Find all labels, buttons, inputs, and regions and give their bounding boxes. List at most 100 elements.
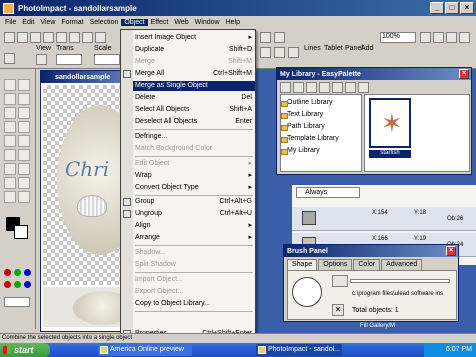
back-icon[interactable] [293, 82, 304, 93]
menu-item-duplicate[interactable]: Duplicate Shift+D [133, 45, 255, 55]
menu-item-select-all-objects[interactable]: Select All Objects Shift+A [133, 105, 255, 115]
forward-icon[interactable] [306, 82, 317, 93]
tab-options[interactable]: Options [318, 259, 353, 270]
start-button[interactable]: start [0, 343, 50, 357]
menu-view[interactable]: View [37, 19, 58, 26]
menu-object[interactable]: Object [121, 19, 148, 26]
menu-effect[interactable]: Effect [148, 19, 172, 26]
marquee-tool-icon[interactable] [4, 93, 16, 105]
brush-shape-icon[interactable] [332, 275, 348, 287]
starfish-thumbnail[interactable]: ✶ [369, 98, 411, 148]
blue-dot-icon[interactable] [24, 269, 31, 276]
paint-tool-icon[interactable] [288, 47, 299, 58]
eyedropper-tool-icon[interactable] [18, 121, 30, 133]
layer-row[interactable]: X:154 Y:18 Ob:26 [292, 207, 476, 231]
trans-field[interactable] [56, 54, 82, 65]
palette-icon[interactable] [358, 82, 369, 93]
close-icon[interactable]: × [446, 246, 456, 256]
path-tool-icon[interactable] [274, 47, 285, 58]
eraser-tool-icon[interactable] [18, 163, 30, 175]
menu-file[interactable]: File [2, 19, 19, 26]
maximize-button[interactable]: □ [445, 2, 459, 14]
red-dot-icon[interactable] [4, 281, 11, 288]
clone-tool-icon[interactable] [4, 163, 16, 175]
web-icon[interactable] [274, 32, 285, 43]
taskbar-item-photoimpact[interactable]: PhotoImpact - sandol... [256, 344, 342, 356]
menu-item-convert-object-type[interactable]: Convert Object Type ▸ [133, 183, 255, 193]
tree-item-outline-library[interactable]: Outline Library [281, 99, 333, 107]
green-dot-icon[interactable] [14, 281, 21, 288]
copy-icon[interactable] [69, 32, 80, 43]
menu-item-deselect-all-objects[interactable]: Deselect All Objects Enter [133, 117, 255, 127]
close-icon[interactable]: × [459, 69, 469, 79]
brush-panel[interactable]: Brush Panel × Shape Options Color Advanc… [283, 244, 459, 322]
tree-item-path-library[interactable]: Path Library [281, 123, 325, 131]
menu-item-align[interactable]: Align ▸ [133, 221, 255, 231]
menu-item-merge-all[interactable]: Merge All Ctrl+Shift+M [133, 69, 255, 79]
lasso-tool-icon[interactable] [18, 93, 30, 105]
delete-icon[interactable]: ✕ [332, 304, 344, 316]
transform-tool-icon[interactable] [18, 79, 30, 91]
menu-help[interactable]: Help [223, 19, 243, 26]
scale-field[interactable] [94, 54, 120, 65]
globe-icon[interactable] [260, 32, 271, 43]
fullscreen-icon[interactable] [459, 32, 470, 43]
red-dot-icon[interactable] [4, 269, 11, 276]
brush-size-slider[interactable] [350, 279, 450, 283]
zoom-out-icon[interactable] [433, 32, 444, 43]
layer-mode-dropdown[interactable]: Always [296, 187, 360, 198]
detail-icon[interactable] [345, 82, 356, 93]
crop-tool-icon[interactable] [4, 107, 16, 119]
zoom-tool-icon[interactable] [4, 121, 16, 133]
open-icon[interactable] [17, 32, 28, 43]
menu-item-ungroup[interactable]: Ungroup Ctrl+Alt+U [133, 209, 255, 219]
text-tool-icon[interactable] [260, 47, 271, 58]
shape-tool-icon[interactable] [18, 191, 30, 203]
easypalette-window[interactable]: My Library - EasyPalette × Outline Libra… [276, 67, 472, 175]
minimize-button[interactable]: _ [430, 2, 444, 14]
menu-format[interactable]: Format [58, 19, 86, 26]
tab-color[interactable]: Color [353, 259, 381, 270]
menu-edit[interactable]: Edit [19, 19, 37, 26]
tree-item-template-library[interactable]: Template Library [281, 135, 339, 143]
gallery-icon[interactable] [280, 82, 291, 93]
add-icon[interactable] [319, 82, 330, 93]
menu-item-arrange[interactable]: Arrange ▸ [133, 233, 255, 243]
color-bar[interactable] [4, 297, 30, 307]
zoom-field[interactable]: 100% [380, 32, 416, 43]
print-icon[interactable] [43, 32, 54, 43]
fill-tool-icon[interactable] [18, 149, 30, 161]
cut-icon[interactable] [56, 32, 67, 43]
menu-item-insert-image-object[interactable]: Insert Image Object ▸ [133, 33, 255, 43]
paste-icon[interactable] [82, 32, 93, 43]
path-drawing-tool-icon[interactable] [18, 135, 30, 147]
menu-selection[interactable]: Selection [87, 19, 122, 26]
menu-web[interactable]: Web [171, 19, 191, 26]
green-dot-icon[interactable] [14, 269, 21, 276]
menu-window[interactable]: Window [192, 19, 223, 26]
brush-tool-icon[interactable] [4, 149, 16, 161]
taskbar-item-aol[interactable]: America Online preview [98, 344, 192, 356]
fit-icon[interactable] [446, 32, 457, 43]
menu-item-wrap[interactable]: Wrap ▸ [133, 171, 255, 181]
gradient-tool-icon[interactable] [4, 191, 16, 203]
retouch-tool-icon[interactable] [4, 177, 16, 189]
tree-item-text-library[interactable]: Text Library [280, 111, 323, 119]
menu-item-delete[interactable]: Delete Del [133, 93, 255, 103]
tab-advanced[interactable]: Advanced [381, 259, 423, 270]
view-icon[interactable] [36, 54, 47, 65]
tab-shape[interactable]: Shape [287, 259, 318, 270]
save-icon[interactable] [30, 32, 41, 43]
background-color-swatch[interactable] [14, 225, 28, 239]
wand-tool-icon[interactable] [18, 107, 30, 119]
undo-icon[interactable] [95, 32, 106, 43]
menu-item-merge-as-single-object[interactable]: Merge as Single Object [133, 81, 255, 91]
pick-tool-icon[interactable] [4, 79, 16, 91]
text-tool-icon[interactable] [4, 135, 16, 147]
zoom-in-icon[interactable] [420, 32, 431, 43]
pick-icon[interactable] [4, 53, 15, 64]
library-tree[interactable]: Outline Library Text Library Path Librar… [280, 94, 362, 172]
stamp-tool-icon[interactable] [18, 177, 30, 189]
tree-item-my-library[interactable]: My Library [281, 147, 320, 155]
list-icon[interactable] [332, 82, 343, 93]
